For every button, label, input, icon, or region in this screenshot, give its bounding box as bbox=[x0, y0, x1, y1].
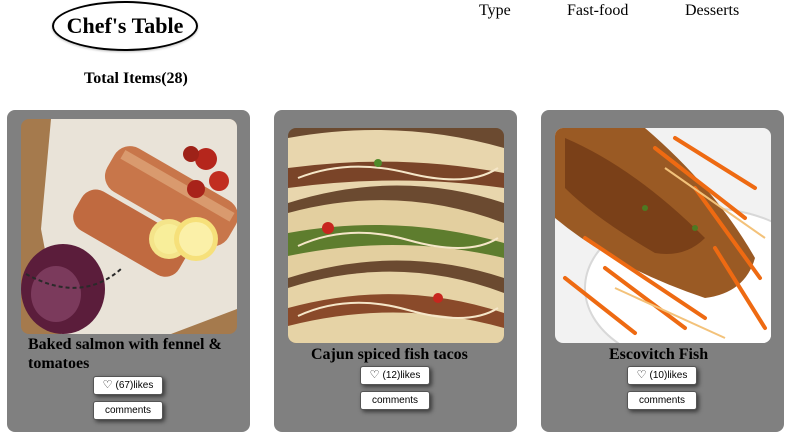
recipe-image[interactable] bbox=[555, 128, 771, 343]
comments-button[interactable]: comments bbox=[93, 401, 163, 420]
recipe-title: Escovitch Fish bbox=[609, 346, 709, 363]
heart-icon: ♡ bbox=[102, 379, 113, 391]
like-button[interactable]: ♡ (12)likes bbox=[360, 366, 430, 385]
like-button[interactable]: ♡ (10)likes bbox=[627, 366, 697, 385]
heart-icon: ♡ bbox=[369, 369, 380, 381]
site-logo[interactable]: Chef's Table bbox=[52, 1, 198, 51]
heart-icon: ♡ bbox=[636, 369, 647, 381]
total-items-count: Total Items(28) bbox=[84, 70, 188, 87]
like-button[interactable]: ♡ (67)likes bbox=[93, 376, 163, 395]
comments-button[interactable]: comments bbox=[360, 391, 430, 410]
nav-item-fast-food[interactable]: Fast-food bbox=[567, 2, 628, 20]
like-count: (12)likes bbox=[382, 370, 421, 381]
nav-item-type[interactable]: Type bbox=[479, 2, 511, 20]
recipe-image[interactable] bbox=[288, 128, 504, 343]
comments-button[interactable]: comments bbox=[627, 391, 697, 410]
recipe-image[interactable] bbox=[21, 119, 237, 334]
recipe-title: Baked salmon with fennel & tomatoes bbox=[28, 336, 222, 372]
nav-item-desserts[interactable]: Desserts bbox=[685, 2, 739, 20]
recipe-card: Cajun spiced fish tacos ♡ (12)likes comme… bbox=[274, 110, 517, 432]
recipe-card: Baked salmon with fennel & tomatoes ♡ (67… bbox=[7, 110, 250, 432]
like-count: (10)likes bbox=[649, 370, 688, 381]
recipe-title: Cajun spiced fish tacos bbox=[311, 346, 468, 363]
recipe-card: Escovitch Fish ♡ (10)likes comments bbox=[541, 110, 784, 432]
like-count: (67)likes bbox=[115, 380, 154, 391]
